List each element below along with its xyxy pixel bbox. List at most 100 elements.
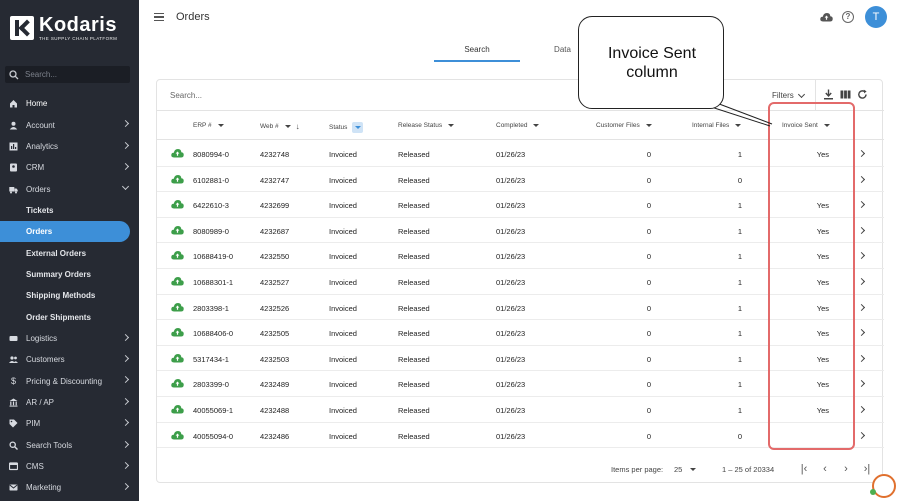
filter-active-icon[interactable] — [352, 122, 364, 133]
first-page-icon[interactable]: |‹ — [797, 462, 811, 476]
chevron-right-icon[interactable] — [857, 329, 866, 337]
cell-internal-files: 1 — [737, 380, 742, 390]
cell-internal-files: 0 — [737, 175, 742, 185]
chevron-right-icon[interactable] — [857, 201, 866, 209]
columns-icon[interactable] — [840, 89, 851, 100]
chevron-right-icon[interactable] — [857, 405, 866, 413]
sidebar-item-crm[interactable]: CRM — [0, 157, 139, 178]
sidebar-subitem-summary-orders[interactable]: Summary Orders — [0, 264, 139, 285]
tab-search[interactable]: Search — [434, 40, 520, 62]
download-icon[interactable] — [823, 89, 834, 100]
cell-web: 4232486 — [260, 431, 290, 441]
chevron-right-icon[interactable] — [857, 354, 866, 362]
cell-internal-files: 1 — [737, 150, 742, 159]
cloud-upload-icon[interactable] — [171, 225, 184, 235]
chevron-right-icon[interactable] — [857, 380, 866, 388]
sidebar-item-logistics[interactable]: Logistics — [0, 328, 139, 349]
cloud-upload-icon[interactable] — [171, 404, 184, 414]
help-icon[interactable]: ? — [842, 11, 854, 23]
sidebar-item-customers[interactable]: Customers — [0, 349, 139, 370]
cloud-upload-icon[interactable] — [171, 378, 184, 388]
sidebar-item-account[interactable]: Account — [0, 114, 139, 135]
home-icon — [9, 99, 18, 108]
cloud-upload-icon[interactable] — [171, 276, 184, 286]
column-header-erp[interactable]: ERP # — [193, 122, 224, 129]
previous-page-icon[interactable]: ‹ — [818, 462, 832, 476]
sidebar-subitem-orders[interactable]: Orders — [0, 221, 130, 243]
sidebar-subitem-external-orders[interactable]: External Orders — [0, 242, 139, 263]
column-label: Status — [329, 124, 348, 131]
menu-icon[interactable] — [154, 13, 164, 21]
cloud-upload-icon[interactable] — [171, 174, 184, 184]
filters-button[interactable]: Filters — [772, 90, 805, 100]
sort-descending-icon[interactable]: ↓ — [296, 122, 300, 131]
chevron-right-icon[interactable] — [857, 175, 866, 183]
sidebar-item-marketing[interactable]: Marketing — [0, 477, 139, 498]
cell-status: Invoiced — [329, 226, 357, 236]
cell-internal-files: 1 — [737, 201, 742, 211]
sidebar-search[interactable] — [5, 66, 130, 83]
cell-web: 4232488 — [260, 405, 290, 415]
brand-logo[interactable]: Kodaris THE SUPPLY CHAIN PLATFORM — [10, 15, 117, 41]
filters-label: Filters — [772, 91, 794, 100]
chevron-right-icon[interactable] — [857, 303, 866, 311]
cell-customer-files: 0 — [646, 201, 651, 211]
refresh-icon[interactable] — [857, 89, 868, 100]
column-header-web[interactable]: Web # ↓ — [260, 122, 300, 131]
cell-release-status: Released — [398, 354, 430, 364]
cloud-upload-icon[interactable] — [171, 327, 184, 337]
column-header-customer-files[interactable]: Customer Files — [596, 122, 652, 129]
sidebar-item-cms[interactable]: CMS — [0, 456, 139, 477]
cloud-upload-icon[interactable] — [171, 353, 184, 363]
sidebar-subitem-tickets[interactable]: Tickets — [0, 200, 139, 221]
column-header-status[interactable]: Status — [329, 122, 364, 133]
sidebar-item-ar-ap[interactable]: AR / AP — [0, 392, 139, 413]
chevron-right-icon[interactable] — [857, 431, 866, 439]
cell-status: Invoiced — [329, 175, 357, 185]
sidebar-subitem-order-shipments[interactable]: Order Shipments — [0, 306, 139, 327]
cell-web: 4232687 — [260, 226, 290, 236]
chevron-right-icon[interactable] — [857, 226, 866, 234]
sidebar-subitem-shipping-methods[interactable]: Shipping Methods — [0, 285, 139, 306]
cell-release-status: Released — [398, 329, 430, 339]
table-search[interactable] — [170, 91, 370, 100]
cloud-upload-icon[interactable] — [171, 250, 184, 260]
user-avatar[interactable]: T — [865, 6, 887, 28]
sidebar-subitem-label: Tickets — [26, 205, 54, 215]
chevron-down-icon — [121, 183, 130, 191]
table-search-input[interactable] — [170, 91, 370, 100]
cloud-upload-icon[interactable] — [171, 148, 184, 158]
cell-web: 4232489 — [260, 380, 290, 390]
cloud-upload-icon[interactable] — [171, 430, 184, 440]
cell-customer-files: 0 — [646, 303, 651, 313]
column-header-completed[interactable]: Completed — [496, 122, 540, 129]
annotation-line-1: Invoice Sent — [607, 45, 697, 62]
sidebar-item-orders[interactable]: Orders — [0, 178, 139, 199]
chat-support-icon[interactable] — [872, 474, 896, 498]
next-page-icon[interactable]: › — [839, 462, 853, 476]
chevron-right-icon[interactable] — [857, 149, 866, 158]
sidebar-item-pim[interactable]: PIM — [0, 413, 139, 434]
analytics-icon — [9, 142, 18, 151]
cell-customer-files: 0 — [646, 175, 651, 185]
cell-release-status: Released — [398, 303, 430, 313]
cloud-upload-icon[interactable] — [171, 199, 184, 209]
chevron-right-icon — [121, 461, 130, 469]
last-page-icon[interactable]: ›| — [860, 462, 874, 476]
cell-completed: 01/26/23 — [496, 226, 526, 236]
column-header-release-status[interactable]: Release Status — [398, 122, 455, 129]
chevron-right-icon — [121, 355, 130, 363]
cell-completed: 01/26/23 — [496, 303, 526, 313]
sidebar-search-input[interactable] — [25, 70, 120, 79]
sidebar-item-analytics[interactable]: Analytics — [0, 136, 139, 157]
tag-icon — [9, 419, 18, 428]
sidebar-item-home[interactable]: Home — [0, 93, 139, 114]
items-per-page-select[interactable]: 25 — [674, 465, 697, 474]
sidebar-item-search-tools[interactable]: Search Tools — [0, 435, 139, 456]
chevron-right-icon[interactable] — [857, 277, 866, 286]
cloud-upload-icon[interactable] — [171, 302, 184, 312]
cloud-upload-icon[interactable] — [820, 12, 833, 22]
sidebar-item-pricing[interactable]: $ Pricing & Discounting — [0, 370, 139, 391]
chevron-right-icon[interactable] — [857, 252, 866, 260]
sidebar-item-label: Customers — [26, 355, 65, 365]
